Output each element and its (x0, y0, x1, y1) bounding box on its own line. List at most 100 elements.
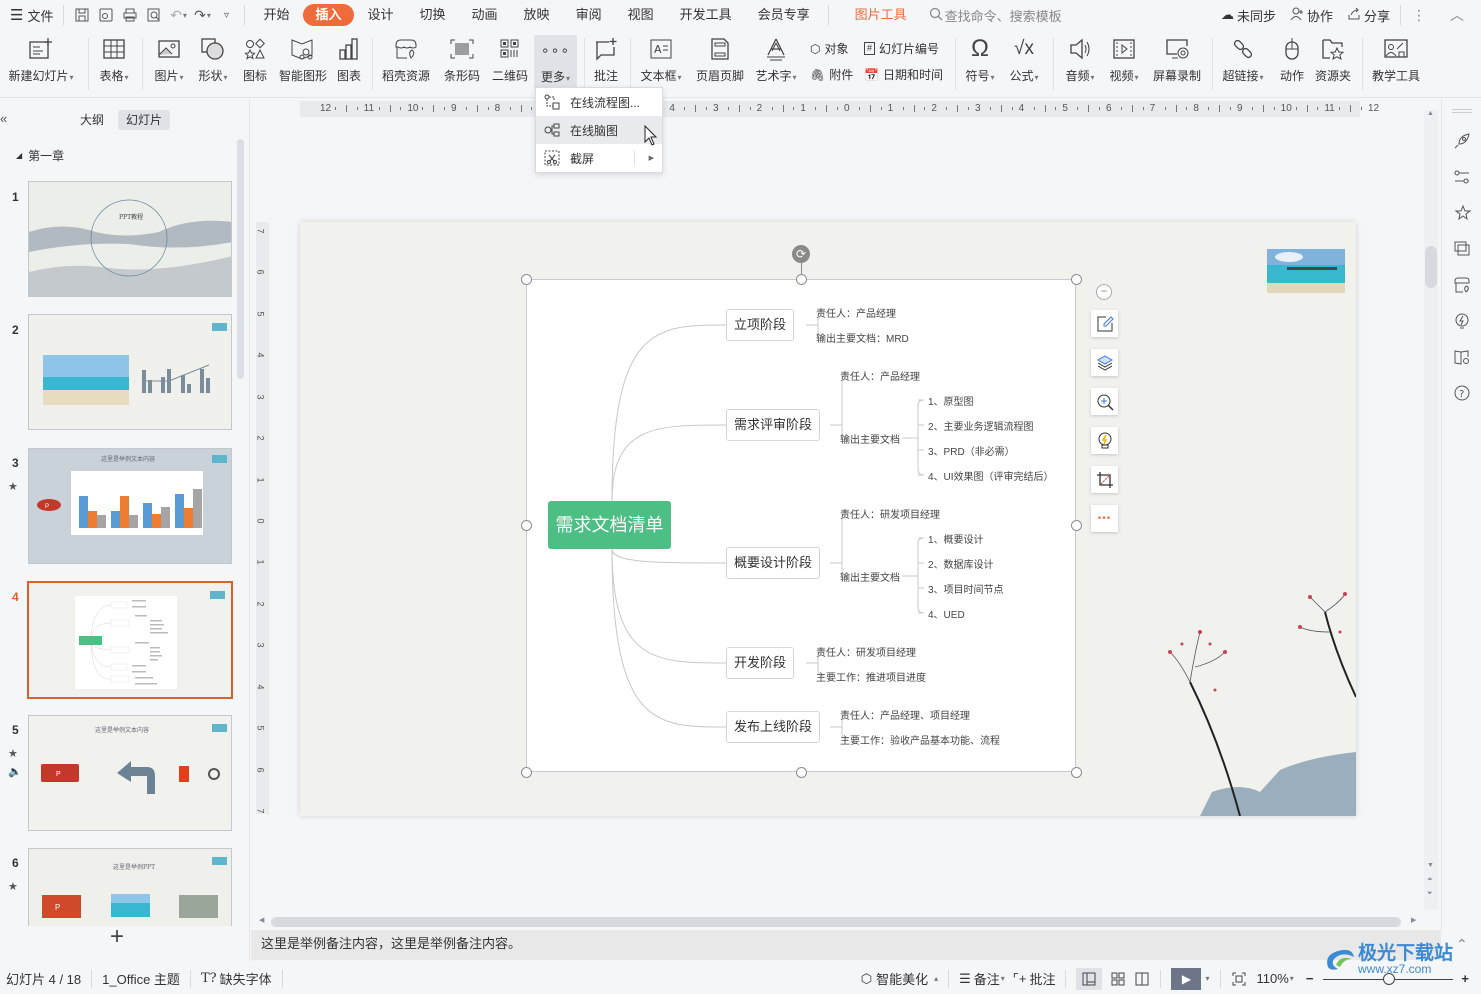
daoke-resource-button[interactable]: 稻壳资源 (380, 34, 432, 92)
save-icon[interactable] (72, 5, 92, 25)
sync-status-button[interactable]: ☁ 未同步 (1217, 0, 1280, 30)
play-options-dropdown[interactable]: ▾ (1205, 974, 1209, 983)
panel-scrollbar[interactable] (237, 139, 244, 379)
crop-button[interactable] (1091, 466, 1118, 493)
mindmap-subleaf[interactable]: 1、概要设计 (928, 531, 984, 546)
tab-slides[interactable]: 幻灯片 (118, 110, 171, 130)
resize-handle-bl[interactable] (521, 767, 532, 778)
undo-icon[interactable]: ↶ ▾ (168, 5, 188, 25)
audio-button[interactable]: 音频▾ (1062, 34, 1098, 92)
slide-thumbnail-4[interactable] (27, 581, 233, 699)
settings-sliders-icon[interactable] (1452, 167, 1472, 187)
mindmap-leaf[interactable]: 输出主要文档 (840, 569, 900, 584)
collapse-panel-icon[interactable]: « (0, 111, 7, 126)
tab-1[interactable]: 插入 (303, 4, 354, 26)
comments-toggle-button[interactable]: ⌜+ 批注 (1013, 969, 1056, 988)
chart-button[interactable]: 图表 (334, 34, 364, 92)
help-icon[interactable]: ? (1452, 383, 1472, 403)
mindmap-subleaf[interactable]: 2、主要业务逻辑流程图 (928, 418, 1034, 433)
notes-toggle-button[interactable]: ☰ 备注 ▾ (959, 969, 1005, 988)
mindmap-subleaf[interactable]: 3、PRD（非必需） (928, 443, 1015, 458)
tab-0[interactable]: 开始 (251, 4, 301, 26)
zoom-level-dropdown[interactable]: 110% ▾ (1257, 971, 1294, 986)
notes-expand-icon[interactable]: ⌃ (1456, 936, 1468, 953)
tab-4[interactable]: 动画 (460, 4, 510, 26)
barcode-button[interactable]: 条形码 (440, 34, 484, 92)
play-slideshow-button[interactable]: ▶ (1171, 967, 1202, 990)
flash-icon[interactable] (1452, 311, 1472, 331)
slide-thumbnail-3[interactable]: 这里是举例文本内容 P (28, 448, 232, 564)
attachment-button[interactable]: 🖇 附件 (810, 66, 853, 83)
beautify-button[interactable]: ⬡ 智能美化 ▴ (861, 969, 938, 988)
icon-button[interactable]: 图标 (238, 34, 272, 92)
resize-handle-mr[interactable] (1071, 520, 1082, 531)
fit-window-button[interactable] (1231, 971, 1247, 987)
slide-sorter-button[interactable] (1110, 971, 1126, 987)
smart-art-button[interactable]: 智能图形 (278, 34, 328, 92)
tab-6[interactable]: 审阅 (564, 4, 614, 26)
mindmap-subleaf[interactable]: 1、原型图 (928, 393, 974, 408)
more-vertical-icon[interactable]: ⋮ (1409, 5, 1429, 25)
section-header[interactable]: ◢ 第一章 (16, 147, 64, 164)
date-time-button[interactable]: 📅 日期和时间 (864, 66, 943, 83)
tab-3[interactable]: 切换 (408, 4, 458, 26)
mindmap-branch-node[interactable]: 发布上线阶段 (726, 711, 821, 743)
action-button[interactable]: 动作 (1276, 34, 1308, 92)
mindmap-leaf[interactable]: 主要工作：验收产品基本功能、流程 (840, 732, 1000, 747)
customize-icon[interactable]: ▿ (216, 5, 236, 25)
collaborate-button[interactable]: 协作 (1286, 0, 1337, 30)
mindmap-root[interactable]: 需求文档清单 (548, 501, 671, 549)
resize-handle-tr[interactable] (1071, 274, 1082, 285)
mindmap-branch-node[interactable]: 需求评审阶段 (726, 409, 821, 441)
teaching-tools-button[interactable]: 教学工具 (1370, 34, 1422, 92)
more-options-button[interactable]: ••• (1091, 505, 1118, 532)
slide-thumbnail-6[interactable]: 这里是举例PPT P (28, 848, 232, 926)
resize-handle-tm[interactable] (796, 274, 807, 285)
mindmap-leaf[interactable]: 输出主要文档 (840, 431, 900, 446)
comment-button[interactable]: 批注 (590, 34, 622, 92)
slide-thumbnail-2[interactable] (28, 314, 232, 430)
slide-thumbnail-5[interactable]: 这里是举例文本内容 P (28, 715, 232, 831)
hyperlink-button[interactable]: 超链接▾ (1220, 34, 1266, 92)
mindmap-branch-node[interactable]: 概要设计阶段 (726, 547, 821, 579)
add-slide-button[interactable]: + (110, 925, 124, 949)
shape-button[interactable]: 形状▾ (194, 34, 232, 92)
horizontal-scrollbar[interactable]: ◀ ▶ (257, 915, 1422, 929)
print-preview-icon[interactable] (144, 5, 164, 25)
slide-thumbnail-1[interactable]: PPT教程 (28, 181, 232, 297)
collapse-icon[interactable]: − (1096, 284, 1112, 300)
mindmap-leaf[interactable]: 输出主要文档：MRD (816, 330, 909, 345)
resize-handle-ml[interactable] (521, 520, 532, 531)
tab-5[interactable]: 放映 (512, 4, 562, 26)
rotate-handle[interactable]: ⟳ (792, 245, 810, 263)
theme-name[interactable]: 1_Office 主题 (102, 969, 180, 988)
collapse-ribbon-icon[interactable]: ︿ (1447, 5, 1467, 25)
smart-tip-button[interactable] (1091, 427, 1118, 454)
menu-item-screenshot[interactable]: 截屏 ▶ (536, 144, 662, 172)
mindmap-branch-node[interactable]: 立项阶段 (726, 309, 795, 341)
wordart-button[interactable]: 艺术字▾ (752, 34, 800, 92)
qrcode-button[interactable]: 二维码 (490, 34, 530, 92)
object-button[interactable]: ⬡ 对象 (810, 40, 849, 57)
book-search-icon[interactable] (1452, 347, 1472, 367)
mindmap-leaf[interactable]: 主要工作：推进项目进度 (816, 669, 926, 684)
mindmap-subleaf[interactable]: 4、UED (928, 606, 965, 621)
tab-8[interactable]: 开发工具 (668, 4, 744, 26)
new-slide-button[interactable]: 新建幻灯片▾ (6, 34, 76, 92)
more-button[interactable]: ∘∘∘ 更多▾ (534, 35, 577, 89)
mindmap-subleaf[interactable]: 2、数据库设计 (928, 556, 994, 571)
mindmap-branch-node[interactable]: 开发阶段 (726, 647, 795, 679)
tab-9[interactable]: 会员专享 (746, 4, 822, 26)
menu-item-online-flowchart[interactable]: 在线流程图... (536, 88, 662, 116)
zoom-in-button[interactable] (1091, 388, 1118, 415)
video-button[interactable]: 视频▾ (1106, 34, 1142, 92)
redo-icon[interactable]: ↷ ▾ (192, 5, 212, 25)
symbol-button[interactable]: Ω 符号▾ (962, 34, 998, 92)
resize-handle-br[interactable] (1071, 767, 1082, 778)
mindmap-leaf[interactable]: 责任人：产品经理、项目经理 (840, 707, 970, 722)
beach-picture[interactable] (1267, 249, 1345, 293)
mindmap-leaf[interactable]: 责任人：研发项目经理 (816, 644, 916, 659)
tab-2[interactable]: 设计 (356, 4, 406, 26)
layers-button[interactable] (1091, 349, 1118, 376)
print-icon[interactable] (120, 5, 140, 25)
